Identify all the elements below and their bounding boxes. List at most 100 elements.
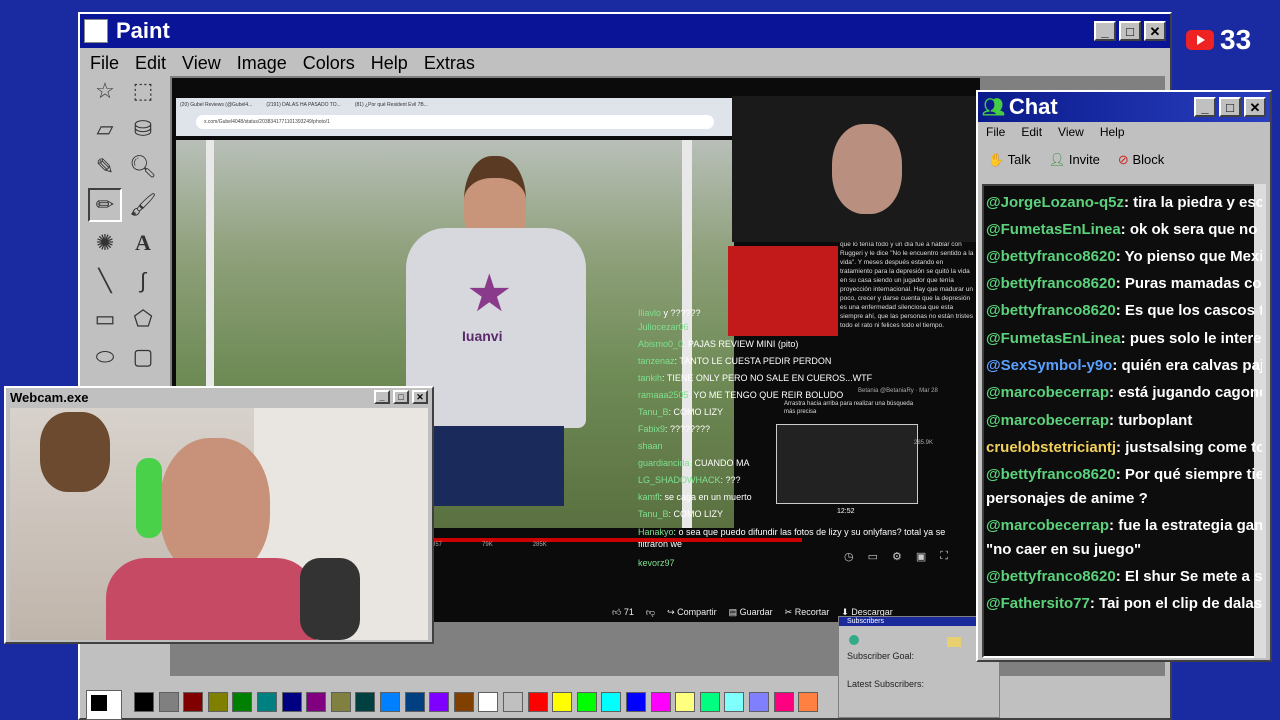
chat-message: @marcobecerrap: está jugando cagoneta [986,384,1262,401]
block-button[interactable]: ⊘ Block [1118,152,1164,168]
color-swatch[interactable] [601,692,622,712]
like-button[interactable]: 👍︎ 71 [612,607,634,618]
color-swatch[interactable] [158,692,179,712]
invite-button[interactable]: 👤︎ Invite [1049,152,1100,168]
browser-tab[interactable]: (20) Gubel Reviews (@Gubel4... [180,102,252,108]
webcam-titlebar[interactable]: Webcam.exe _ □ ✕ [6,388,432,406]
clock-icon[interactable]: ◷ [844,550,854,563]
browser-tab[interactable]: (81) ¿Por qué Resident Evil 7B... [355,102,428,108]
color-swatch[interactable] [552,692,573,712]
webcam-close-button[interactable]: ✕ [412,390,428,404]
rect-select-icon[interactable]: ⬚ [126,74,160,108]
ellipse-icon[interactable]: ⬭ [88,340,122,374]
chat-maximize-button[interactable]: □ [1219,97,1241,117]
color-swatch[interactable] [232,692,253,712]
menu-help[interactable]: Help [363,53,416,74]
browser-url-bar[interactable]: x.com/Gubel4048/status/20383417711013932… [196,115,714,129]
theater-icon[interactable]: ▣ [916,550,926,563]
like-count[interactable]: 79K [482,542,493,548]
color-swatch[interactable] [576,692,597,712]
block-icon: ⊘ [1117,152,1129,167]
menu-view[interactable]: View [174,53,229,74]
minimize-button[interactable]: _ [1094,21,1116,41]
color-swatch[interactable] [699,692,720,712]
views-count[interactable]: 285K [533,542,547,548]
brush-icon[interactable]: 🖌︎ [126,188,160,222]
chat-minimize-button[interactable]: _ [1194,97,1216,117]
color-swatch[interactable] [429,692,450,712]
overlay-chat-line: tankih: TIENE ONLY PERO NO SALE EN CUERO… [638,373,873,383]
eraser-icon[interactable]: ▱ [88,112,122,146]
chat-menu-file[interactable]: File [978,125,1013,139]
browser-tab[interactable]: (2191) DALAS HA PASADO TO... [266,102,340,108]
paint-titlebar[interactable]: Paint _ □ ✕ [80,14,1170,48]
chat-menu-edit[interactable]: Edit [1013,125,1050,139]
rounded-rect-icon[interactable]: ▢ [126,340,160,374]
menu-edit[interactable]: Edit [127,53,174,74]
talk-button[interactable]: ✋ Talk [988,152,1031,168]
chat-menu-view[interactable]: View [1050,125,1092,139]
chat-menu-help[interactable]: Help [1092,125,1133,139]
webcam-minimize-button[interactable]: _ [374,390,390,404]
airbrush-icon[interactable]: ✺ [88,226,122,260]
color-swatch[interactable] [355,692,376,712]
browser-window: (20) Gubel Reviews (@Gubel4... (2191) DA… [176,98,734,136]
menu-extras[interactable]: Extras [416,53,483,74]
chat-titlebar[interactable]: 👥︎ Chat _ □ ✕ [978,92,1270,122]
webcam-maximize-button[interactable]: □ [393,390,409,404]
rectangle-icon[interactable]: ▭ [88,302,122,336]
msn-buddy-icon: 👥︎ [982,96,1005,117]
color-swatch[interactable] [773,692,794,712]
color-swatch[interactable] [453,692,474,712]
current-colors[interactable] [86,690,122,720]
color-swatch[interactable] [650,692,671,712]
settings-icon[interactable]: ⚙ [892,550,902,563]
color-swatch[interactable] [380,692,400,712]
chat-close-button[interactable]: ✕ [1244,97,1266,117]
share-button[interactable]: ↪ Compartir [667,607,717,618]
menu-image[interactable]: Image [229,53,295,74]
color-swatch[interactable] [306,692,327,712]
close-button[interactable]: ✕ [1144,21,1166,41]
foreground-color[interactable] [91,695,107,711]
color-swatch[interactable] [798,692,819,712]
color-swatch[interactable] [281,692,302,712]
color-swatch[interactable] [404,692,425,712]
menu-file[interactable]: File [82,53,127,74]
line-icon[interactable]: ╲ [88,264,122,298]
color-swatch[interactable] [257,692,277,712]
color-swatch[interactable] [724,692,745,712]
color-swatch[interactable] [503,692,523,712]
polygon-icon[interactable]: ⬠ [126,302,160,336]
dislike-icon[interactable]: 👎︎ [646,607,655,618]
fullscreen-icon[interactable]: ⛶ [940,550,948,563]
color-swatch[interactable] [183,692,204,712]
subtitles-icon[interactable]: ▭ [868,550,878,563]
latest-subscribers: Latest Subscribers: [847,679,925,689]
clip-button[interactable]: ✂ Recortar [785,607,830,618]
pencil-icon[interactable]: ✏ [88,188,122,222]
picker-icon[interactable]: ✎ [88,150,122,184]
maximize-button[interactable]: □ [1119,21,1141,41]
color-swatch[interactable] [134,692,154,712]
color-swatch[interactable] [478,692,499,712]
chat-toolbar: ✋ Talk 👤︎ Invite ⊘ Block [978,142,1270,178]
fill-icon[interactable]: ⛁ [126,112,160,146]
text-icon[interactable]: A [126,226,160,260]
paint-app-icon [84,19,108,43]
color-swatch[interactable] [330,692,351,712]
save-button[interactable]: ▤ Guardar [729,607,773,618]
color-swatch[interactable] [675,692,696,712]
overlay-chat-line: kevorz97 [638,558,675,568]
chat-message: personajes de anime ? [986,490,1148,507]
color-swatch[interactable] [749,692,769,712]
magnifier-icon[interactable]: 🔍︎ [126,150,160,184]
youtube-count: 33 [1220,24,1252,55]
curve-icon[interactable]: ∫ [126,264,160,298]
color-swatch[interactable] [626,692,646,712]
color-swatch[interactable] [527,692,548,712]
timestamp: 12:52 [837,508,855,515]
color-swatch[interactable] [207,692,228,712]
star-select-icon[interactable]: ☆ [88,74,122,108]
menu-colors[interactable]: Colors [295,53,363,74]
